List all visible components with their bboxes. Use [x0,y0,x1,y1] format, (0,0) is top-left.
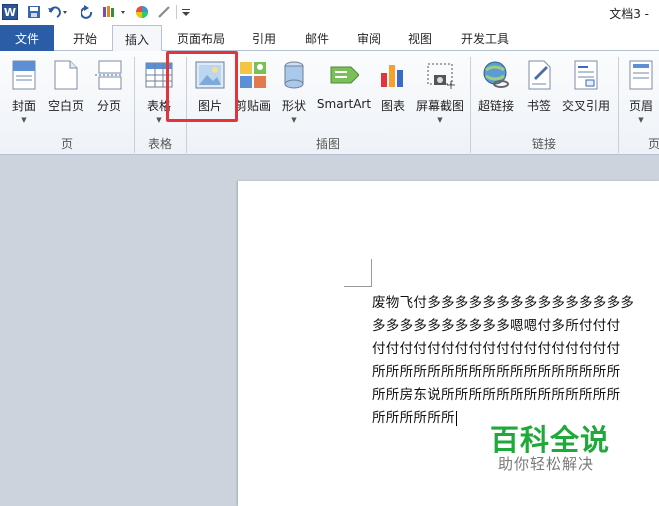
blank-page-button[interactable]: 空白页 [46,55,86,125]
redo-icon[interactable] [80,3,96,21]
hyperlink-button[interactable]: 超链接 [474,55,518,125]
tab-file[interactable]: 文件 [0,25,54,51]
shapes-button[interactable]: 形状 ▼ [276,55,312,125]
chevron-down-icon: ▼ [437,116,443,124]
cover-label: 封面 [11,99,36,113]
group-label-illustrations: 插图 [315,137,340,151]
group-label-tables: 表格 [147,137,172,151]
clip-art-label: 剪贴画 [234,99,271,113]
picture-button-highlight [166,51,238,122]
document-line: 付付付付付付付付付付付付付付付付付付 [372,341,621,357]
ribbon: 封面 ▼ 空白页 分页 页 表格 ▼ 表格 图片 剪贴画 形状 ▼ SmartA… [0,51,659,155]
margin-crop-mark [344,286,372,287]
blank-page-icon [51,59,81,91]
cross-reference-label: 交叉引用 [561,99,610,113]
header-button[interactable]: 页眉 ▼ [624,55,658,125]
document-line: 废物飞付多多多多多多多多多多多多多多多 [372,295,635,311]
group-label-header-partial: 页 [648,137,659,151]
document-line: 所所房东说所所所所所所所所所所所所所 [372,387,621,403]
page-break-label: 分页 [96,99,121,113]
save-icon[interactable] [26,3,42,21]
smartart-label: SmartArt [316,97,372,111]
tab-page-layout[interactable]: 页面布局 [167,25,235,51]
qa-separator [176,5,177,19]
color-wheel-icon[interactable] [134,3,150,21]
chevron-down-icon: ▼ [21,116,27,124]
cover-button[interactable]: 封面 ▼ [6,55,42,125]
blank-page-label: 空白页 [47,99,84,113]
document-line-last: 所所所所所所 [372,406,457,426]
ribbon-tabs: 文件 开始 插入 页面布局 引用 邮件 审阅 视图 开发工具 [0,25,659,52]
clip-art-button[interactable]: 剪贴画 [234,55,272,125]
smartart-icon [329,59,359,91]
screenshot-label: 屏幕截图 [415,99,464,113]
shapes-label: 形状 [281,99,306,113]
cover-page-icon [9,59,39,91]
undo-icon[interactable] [46,3,70,21]
chevron-down-icon: ▼ [291,116,297,124]
document-line: 多多多多多多多多多多嗯嗯付多所付付付 [372,318,621,334]
chart-label: 图表 [380,99,405,113]
group-label-links: 链接 [531,137,556,151]
tab-mailings[interactable]: 邮件 [295,25,339,51]
header-label: 页眉 [628,99,653,113]
tab-references[interactable]: 引用 [242,25,286,51]
document-line-text: 所所所所所所 [372,410,455,426]
tab-home[interactable]: 开始 [60,25,110,51]
watermark-subtitle: 助你轻松解决 [498,455,595,473]
screenshot-icon [425,59,455,91]
document-title: 文档3 - [609,7,649,21]
format-painter-icon[interactable] [100,3,128,21]
group-label-pages: 页 [60,137,73,151]
header-icon [626,59,656,91]
text-cursor [455,410,457,426]
document-line: 所所所所所所所所所所所所所所所所所所 [372,364,621,380]
hyperlink-icon [481,59,511,91]
tab-developer[interactable]: 开发工具 [452,25,518,51]
page-break-button[interactable]: 分页 [92,55,126,125]
screenshot-button[interactable]: 屏幕截图 ▼ [414,55,466,125]
cross-reference-button[interactable]: 交叉引用 [560,55,612,125]
word-logo-icon[interactable]: W [2,4,18,20]
hyperlink-label: 超链接 [477,99,514,113]
chart-icon [378,59,408,91]
tab-insert[interactable]: 插入 [112,25,162,52]
chevron-down-icon: ▼ [638,116,644,124]
margin-crop-mark [371,259,372,287]
cross-reference-icon [571,59,601,91]
smartart-button[interactable]: SmartArt [316,55,372,125]
group-separator [618,57,619,153]
chevron-down-icon: ▼ [156,116,162,124]
customize-qa-icon[interactable] [180,3,192,21]
chart-button[interactable]: 图表 [376,55,410,125]
shapes-icon [279,59,309,91]
clip-art-icon [238,59,268,91]
bookmark-icon [524,59,554,91]
bookmark-button[interactable]: 书签 [522,55,556,125]
bookmark-label: 书签 [526,99,551,113]
tab-review[interactable]: 审阅 [347,25,391,51]
ink-icon[interactable] [156,3,172,21]
title-bar: W 文档3 - [0,0,659,25]
tab-view[interactable]: 视图 [398,25,442,51]
page-break-icon [94,59,124,91]
